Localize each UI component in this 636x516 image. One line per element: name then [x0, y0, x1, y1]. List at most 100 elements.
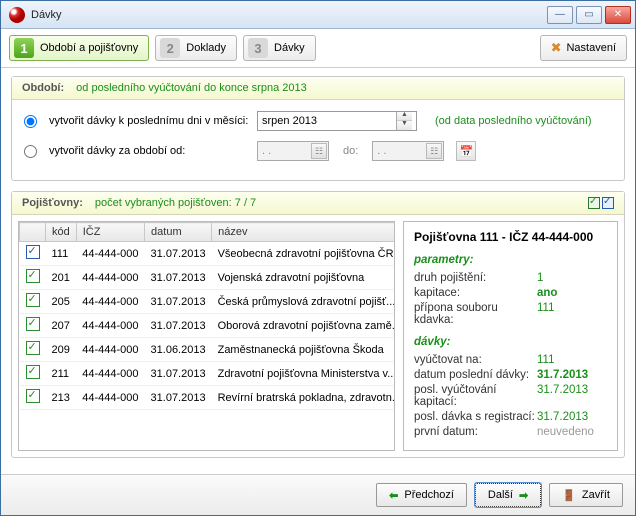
row-checkbox[interactable]: [26, 245, 40, 259]
titlebar: Dávky — ▭ ✕: [1, 1, 635, 29]
cell-kod: 209: [46, 338, 77, 362]
cell-kod: 111: [46, 242, 77, 266]
next-label: Další: [488, 489, 513, 501]
prev-label: Předchozí: [404, 489, 454, 501]
step-3-label: Dávky: [274, 42, 305, 54]
detail-row: přípona souboru kdavka:111: [414, 302, 607, 326]
cell-nazev: Oborová zdravotní pojišťovna zamě...: [212, 314, 395, 338]
app-icon: [9, 7, 25, 23]
select-none-icon[interactable]: [602, 197, 614, 209]
date-from-input[interactable]: . . ☷: [257, 141, 329, 161]
cell-kod: 211: [46, 362, 77, 386]
month-value: srpen 2013: [262, 115, 317, 127]
detail-key: druh pojištění:: [414, 272, 537, 284]
step-1-button[interactable]: 1 Období a pojišťovny: [9, 35, 149, 61]
month-select[interactable]: srpen 2013 ▲▼: [257, 111, 417, 131]
select-all-icon[interactable]: [588, 197, 600, 209]
row-checkbox[interactable]: [26, 365, 40, 379]
step-2-number: 2: [160, 38, 180, 58]
obdobi-label: Období:: [22, 82, 64, 94]
next-button[interactable]: Další ➡: [475, 483, 541, 507]
date-to-input[interactable]: . . ☷: [372, 141, 444, 161]
cell-kod: 207: [46, 314, 77, 338]
cell-kod: 205: [46, 290, 77, 314]
maximize-button[interactable]: ▭: [576, 6, 602, 24]
settings-button[interactable]: ✖ Nastavení: [540, 35, 627, 61]
cell-icz: 44-444-000: [76, 338, 144, 362]
col-icz[interactable]: IČZ: [76, 223, 144, 242]
prev-button[interactable]: ⬅ Předchozí: [376, 483, 467, 507]
row-checkbox[interactable]: [26, 341, 40, 355]
table-row[interactable]: 21144-444-00031.07.2013Zdravotní pojišťo…: [20, 362, 396, 386]
table-row[interactable]: 21344-444-00031.07.2013Revírní bratrská …: [20, 386, 396, 410]
pojistovny-count: počet vybraných pojišťoven: 7 / 7: [95, 197, 256, 209]
table-row[interactable]: 11144-444-00031.07.2013Všeobecná zdravot…: [20, 242, 396, 266]
detail-key: posl. dávka s registrací:: [414, 411, 537, 423]
pojistovny-header: Pojišťovny: počet vybraných pojišťoven: …: [12, 192, 624, 215]
step-1-number: 1: [14, 38, 34, 58]
cell-nazev: Zdravotní pojišťovna Ministerstva v...: [212, 362, 395, 386]
close-footer-button[interactable]: 🚪 Zavřít: [549, 483, 623, 507]
cell-datum: 31.07.2013: [145, 314, 212, 338]
col-datum[interactable]: datum: [145, 223, 212, 242]
detail-value: neuvedeno: [537, 426, 607, 438]
cell-icz: 44-444-000: [76, 290, 144, 314]
month-note: (od data posledního vyúčtování): [435, 115, 592, 127]
exit-icon: 🚪: [562, 489, 576, 502]
table-row[interactable]: 20544-444-00031.07.2013Česká průmyslová …: [20, 290, 396, 314]
detail-key: přípona souboru kdavka:: [414, 302, 537, 326]
obdobi-header: Období: od posledního vyúčtování do konc…: [12, 77, 624, 100]
obdobi-value: od posledního vyúčtování do konce srpna …: [76, 82, 307, 94]
table-row[interactable]: 20744-444-00031.07.2013Oborová zdravotní…: [20, 314, 396, 338]
minimize-button[interactable]: —: [547, 6, 573, 24]
row-checkbox[interactable]: [26, 293, 40, 307]
table-row[interactable]: 20944-444-00031.06.2013Zaměstnanecká poj…: [20, 338, 396, 362]
col-kod[interactable]: kód: [46, 223, 77, 242]
step-2-button[interactable]: 2 Doklady: [155, 35, 237, 61]
do-label: do:: [343, 145, 358, 157]
window-title: Dávky: [31, 9, 547, 21]
detail-row: druh pojištění:1: [414, 272, 607, 284]
cell-nazev: Všeobecná zdravotní pojišťovna ČR: [212, 242, 395, 266]
cell-datum: 31.07.2013: [145, 266, 212, 290]
cell-nazev: Česká průmyslová zdravotní pojišť...: [212, 290, 395, 314]
detail-value: ano: [537, 287, 607, 299]
arrow-right-icon: ➡: [519, 489, 528, 502]
step-1-label: Období a pojišťovny: [40, 42, 138, 54]
cell-icz: 44-444-000: [76, 386, 144, 410]
insurance-grid[interactable]: kód IČZ datum název 11144-444-00031.07.2…: [18, 221, 395, 451]
detail-key: první datum:: [414, 426, 537, 438]
detail-row: vyúčtovat na:111: [414, 354, 607, 366]
row-checkbox[interactable]: [26, 389, 40, 403]
close-button[interactable]: ✕: [605, 6, 631, 24]
detail-key: vyúčtovat na:: [414, 354, 537, 366]
detail-row: kapitace:ano: [414, 287, 607, 299]
detail-value: 31.7.2013: [537, 369, 607, 381]
calendar-picker-button[interactable]: 📅: [456, 141, 476, 161]
app-window: Dávky — ▭ ✕ 1 Období a pojišťovny 2 Dokl…: [0, 0, 636, 516]
month-spinner[interactable]: ▲▼: [396, 112, 412, 130]
calendar-icon[interactable]: ☷: [426, 143, 442, 159]
step-3-button[interactable]: 3 Dávky: [243, 35, 316, 61]
arrow-left-icon: ⬅: [389, 489, 398, 502]
col-nazev[interactable]: název: [212, 223, 395, 242]
row-checkbox[interactable]: [26, 269, 40, 283]
detail-value: 31.7.2013: [537, 411, 607, 423]
table-row[interactable]: 20144-444-00031.07.2013Vojenská zdravotn…: [20, 266, 396, 290]
davky-header: dávky:: [414, 336, 607, 348]
pojistovny-label: Pojišťovny:: [22, 197, 83, 209]
radio-range[interactable]: [24, 145, 37, 158]
detail-title: Pojišťovna 111 - IČZ 44-444-000: [414, 230, 607, 244]
calendar-icon[interactable]: ☷: [311, 143, 327, 159]
detail-value: 31.7.2013: [537, 384, 607, 408]
detail-row: datum poslední dávky:31.7.2013: [414, 369, 607, 381]
detail-value: 111: [537, 354, 607, 366]
row-checkbox[interactable]: [26, 317, 40, 331]
cell-kod: 213: [46, 386, 77, 410]
cell-icz: 44-444-000: [76, 314, 144, 338]
cell-icz: 44-444-000: [76, 266, 144, 290]
detail-pane: Pojišťovna 111 - IČZ 44-444-000 parametr…: [403, 221, 618, 451]
detail-row: první datum:neuvedeno: [414, 426, 607, 438]
radio-month[interactable]: [24, 115, 37, 128]
cell-icz: 44-444-000: [76, 362, 144, 386]
